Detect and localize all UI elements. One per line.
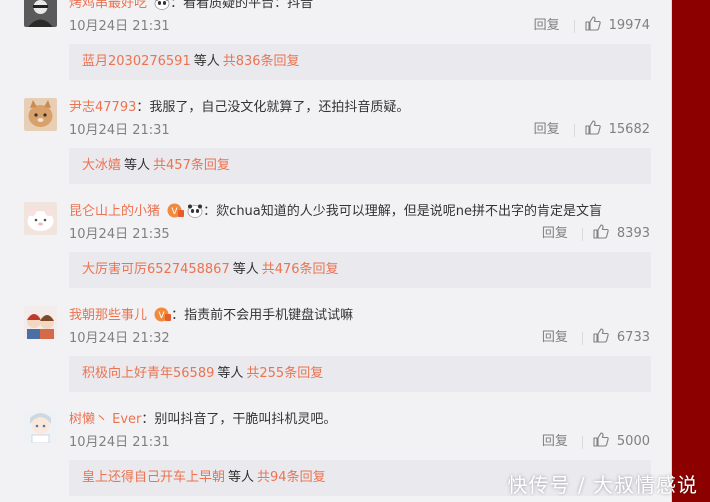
comment-time: 10月24日 21:32 <box>69 331 170 346</box>
comment-username[interactable]: 烤鸡串最好吃 <box>69 0 147 11</box>
comment-line: 树懒丶 Ever：别叫抖音了，干脆叫抖机灵吧。 <box>69 412 337 427</box>
comment-item: 我朝那些事儿 V ：指责前不会用手机键盘试试嘛 10月24日 21:32 回复 … <box>0 306 671 410</box>
like-count: 8393 <box>616 226 650 241</box>
like-count: 15682 <box>608 122 650 137</box>
avatar[interactable] <box>24 202 57 235</box>
divider <box>581 331 583 345</box>
comment-actions: 回复 5000 <box>542 431 650 453</box>
like-count: 6733 <box>616 330 650 345</box>
svg-text:V: V <box>159 311 166 321</box>
divider <box>573 19 575 33</box>
comment-time: 10月24日 21:31 <box>69 435 170 450</box>
thumbs-up-icon[interactable] <box>585 15 601 37</box>
reply-total-link[interactable]: 共457条回复 <box>153 158 230 173</box>
reply-etc-label: 等人 <box>217 366 244 381</box>
avatar[interactable] <box>24 306 57 339</box>
comment-item: 尹志47793：我服了，自己没文化就算了，还拍抖音质疑。 10月24日 21:3… <box>0 98 671 202</box>
reply-button[interactable]: 回复 <box>542 225 568 243</box>
reply-total-link[interactable]: 共255条回复 <box>246 366 323 381</box>
comment-text: 别叫抖音了，干脆叫抖机灵吧。 <box>154 412 337 427</box>
comment-actions: 回复 19974 <box>534 15 650 37</box>
thumbs-up-icon[interactable] <box>593 431 609 453</box>
replies-summary[interactable]: 大厉害可厉6527458867 等人 共476条回复 <box>69 252 651 288</box>
reply-etc-label: 等人 <box>193 54 220 69</box>
reply-total-link[interactable]: 共476条回复 <box>262 262 339 277</box>
divider <box>581 435 583 449</box>
reply-button[interactable]: 回复 <box>534 121 560 139</box>
replies-summary[interactable]: 大冰嬉 等人 共457条回复 <box>69 148 651 184</box>
comment-item: 烤鸡串最好吃 ：看看质疑的平台：抖音 10月24日 21:31 回复 19974… <box>0 0 671 98</box>
comment-username[interactable]: 我朝那些事儿 <box>69 308 147 323</box>
fan-badge-icon: V <box>167 203 185 225</box>
comment-time: 10月24日 21:31 <box>69 19 170 34</box>
reply-username[interactable]: 大冰嬉 <box>82 158 121 173</box>
comment-username[interactable]: 尹志47793 <box>69 100 136 115</box>
watermark: 快传号 / 大叔情感说 <box>507 473 698 497</box>
comment-text: 我服了，自己没文化就算了，还拍抖音质疑。 <box>149 100 410 115</box>
comment-actions: 回复 8393 <box>542 223 650 245</box>
reply-button[interactable]: 回复 <box>542 329 568 347</box>
like-count: 19974 <box>608 18 650 33</box>
replies-summary[interactable]: 蓝月2030276591 等人 共836条回复 <box>69 44 651 80</box>
reply-username[interactable]: 蓝月2030276591 <box>82 54 191 69</box>
comment-panel: 烤鸡串最好吃 ：看看质疑的平台：抖音 10月24日 21:31 回复 19974… <box>0 0 672 502</box>
fan-badge-icon: V <box>154 307 172 329</box>
comment-time: 10月24日 21:35 <box>69 227 170 242</box>
reply-button[interactable]: 回复 <box>534 17 560 35</box>
comment-line: 尹志47793：我服了，自己没文化就算了，还拍抖音质疑。 <box>69 100 410 115</box>
reply-username[interactable]: 皇上还得自己开车上早朝 <box>82 470 225 485</box>
reply-username[interactable]: 积极向上好青年56589 <box>82 366 214 381</box>
comment-actions: 回复 6733 <box>542 327 650 349</box>
svg-text:V: V <box>172 207 179 217</box>
reply-etc-label: 等人 <box>228 470 255 485</box>
comment-text: 指责前不会用手机键盘试试嘛 <box>184 308 354 323</box>
reply-username[interactable]: 大厉害可厉6527458867 <box>82 262 230 277</box>
comment-line: 昆仑山上的小猪 V ：欻chua知道的人少我可以理解，但是说呢ne拼不出字的肯定… <box>69 202 602 222</box>
thumbs-up-icon[interactable] <box>593 327 609 349</box>
comment-line: 我朝那些事儿 V ：指责前不会用手机键盘试试嘛 <box>69 306 353 326</box>
thumbs-up-icon[interactable] <box>585 119 601 141</box>
avatar[interactable] <box>24 410 57 443</box>
comment-text: 看看质疑的平台：抖音 <box>183 0 314 11</box>
reply-etc-label: 等人 <box>232 262 259 277</box>
divider <box>573 123 575 137</box>
avatar[interactable] <box>24 98 57 131</box>
reply-etc-label: 等人 <box>124 158 151 173</box>
comment-username[interactable]: 昆仑山上的小猪 <box>69 204 160 219</box>
comment-username[interactable]: 树懒丶 Ever <box>69 412 141 427</box>
divider <box>581 227 583 241</box>
avatar[interactable] <box>24 0 57 27</box>
comment-item: 昆仑山上的小猪 V ：欻chua知道的人少我可以理解，但是说呢ne拼不出字的肯定… <box>0 202 671 306</box>
thumbs-up-icon[interactable] <box>593 223 609 245</box>
comment-text: 欻chua知道的人少我可以理解，但是说呢ne拼不出字的肯定是文盲 <box>216 204 603 219</box>
reply-button[interactable]: 回复 <box>542 433 568 451</box>
comment-time: 10月24日 21:31 <box>69 123 170 138</box>
reply-total-link[interactable]: 共836条回复 <box>223 54 300 69</box>
panda-icon <box>187 204 203 225</box>
replies-summary[interactable]: 积极向上好青年56589 等人 共255条回复 <box>69 356 651 392</box>
comment-line: 烤鸡串最好吃 ：看看质疑的平台：抖音 <box>69 0 313 14</box>
comment-actions: 回复 15682 <box>534 119 650 141</box>
panda-icon <box>154 0 170 17</box>
like-count: 5000 <box>616 434 650 449</box>
reply-total-link[interactable]: 共94条回复 <box>257 470 326 485</box>
